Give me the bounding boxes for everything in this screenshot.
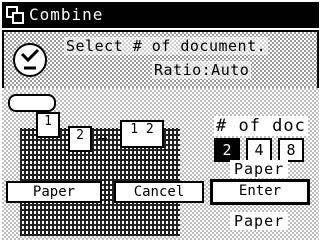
combine-preview: 1 2 → 1 2	[20, 110, 188, 238]
lcd-screen: Combine Select # of document. Ratio:Auto…	[0, 0, 321, 242]
num-doc-4-button[interactable]: 4	[246, 138, 272, 162]
ratio-text: Ratio:Auto	[152, 61, 252, 79]
title-bar: Combine	[2, 2, 319, 30]
num-doc-2-button[interactable]: 2	[214, 138, 240, 162]
arrow-icon: →	[98, 128, 108, 147]
num-doc-8-button[interactable]: 8	[278, 138, 304, 162]
preview-page-1: 1	[36, 112, 60, 138]
preview-page-2-label: 2	[76, 128, 84, 143]
paper-label-upper: Paper	[230, 160, 289, 178]
preview-combined-label: 1 2	[130, 122, 154, 137]
work-area: 1 2 → 1 2 # of doc 2 4 8 Paper Paper	[2, 88, 319, 240]
softkey-bar: Paper Cancel Enter	[0, 179, 321, 205]
num-of-doc-label: # of doc	[214, 116, 308, 136]
paper-softkey[interactable]: Paper	[6, 181, 102, 203]
combine-icon	[6, 6, 24, 24]
message-panel: Select # of document. Ratio:Auto	[2, 30, 319, 90]
preview-page-1-label: 1	[44, 114, 52, 129]
preview-page-2: 2	[68, 126, 92, 152]
info-icon	[13, 43, 47, 77]
preview-combined-page: 1 2	[120, 120, 164, 148]
window-title: Combine	[29, 5, 104, 24]
paper-label-lower: Paper	[230, 212, 289, 230]
message-line1: Select # of document.	[64, 37, 269, 55]
enter-softkey[interactable]: Enter	[210, 179, 310, 205]
cancel-softkey[interactable]: Cancel	[114, 181, 204, 203]
